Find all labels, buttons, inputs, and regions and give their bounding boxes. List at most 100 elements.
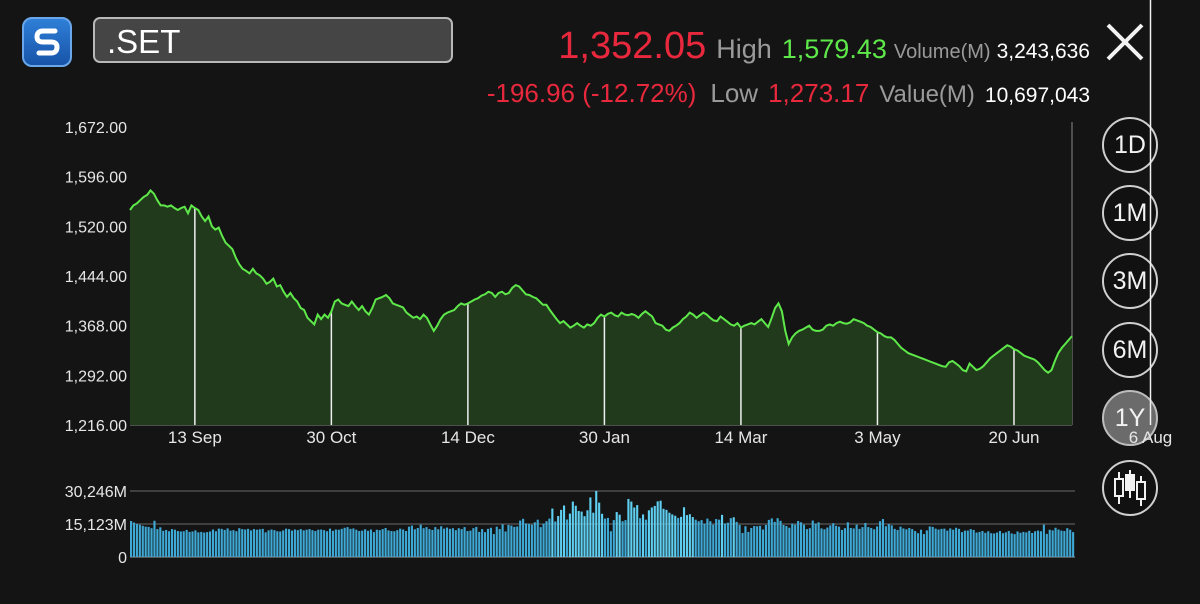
volume-bar <box>571 501 574 557</box>
volume-bar <box>334 529 337 557</box>
volume-bar <box>896 529 899 557</box>
volume-bar <box>861 527 864 557</box>
volume-bar <box>633 507 636 557</box>
volume-bar <box>846 522 849 557</box>
price-y-tick-label: 1,292.00 <box>65 368 127 385</box>
volume-bar <box>1060 530 1063 557</box>
price-y-tick-label: 1,444.00 <box>65 269 127 286</box>
volume-bar <box>764 524 767 557</box>
price-x-tick-label: 13 Sep <box>168 428 222 447</box>
volume-bar <box>697 521 700 557</box>
volume-bar <box>197 532 200 557</box>
volume-bar <box>577 510 580 557</box>
volume-bar <box>223 529 226 557</box>
volume-bar <box>361 530 364 557</box>
volume-bar <box>1066 528 1069 557</box>
volume-bar <box>720 514 724 557</box>
volume-bar <box>1019 532 1022 557</box>
volume-bar <box>557 515 560 557</box>
volume-bar <box>1072 532 1075 557</box>
volume-bar <box>703 523 706 557</box>
volume-bar <box>978 531 981 557</box>
volume-bar <box>832 523 835 557</box>
volume-bar <box>691 517 694 557</box>
volume-bar <box>364 529 367 557</box>
volume-bar <box>840 529 844 557</box>
volume-bar <box>492 534 495 557</box>
volume-bar <box>782 524 785 557</box>
price-y-tick-label: 1,520.00 <box>65 219 127 236</box>
volume-bar <box>805 529 808 557</box>
volume-bar <box>987 531 990 557</box>
volume-bar <box>396 530 399 557</box>
volume-bar <box>247 528 250 557</box>
volume-bar <box>712 524 715 557</box>
volume-bar <box>431 529 434 557</box>
volume-y-tick-label: 15,123M <box>65 517 127 534</box>
volume-bar <box>176 531 179 557</box>
volume-bar <box>279 531 282 557</box>
volume-bar <box>1031 533 1034 557</box>
volume-bar <box>934 528 937 557</box>
volume-bar <box>302 530 305 557</box>
volume-bar <box>510 525 513 557</box>
volume-bar <box>685 515 688 557</box>
volume-bar <box>946 530 949 557</box>
price-volume-chart[interactable]: 1,672.00 1,596.00 1,520.00 1,444.00 1,368.00… <box>0 0 1200 604</box>
volume-bar <box>1004 532 1007 557</box>
volume-bar <box>162 530 165 557</box>
volume-bar <box>337 529 340 557</box>
volume-bar <box>486 528 490 557</box>
volume-bar <box>925 530 928 557</box>
volume-bar <box>185 529 188 557</box>
volume-bar <box>390 531 393 557</box>
volume-bar <box>539 527 542 557</box>
price-x-tick-label: 3 May <box>854 428 901 447</box>
volume-bar <box>996 532 999 557</box>
volume-bar <box>524 523 528 557</box>
volume-bar <box>864 522 867 557</box>
volume-bar <box>785 526 788 557</box>
volume-bar <box>867 527 870 557</box>
volume-bar <box>574 505 577 557</box>
volume-bar <box>893 528 896 557</box>
volume-bar <box>998 531 1002 557</box>
price-x-tick-label: 14 Mar <box>714 428 767 447</box>
volume-bar <box>966 530 969 557</box>
volume-bar <box>156 529 159 557</box>
volume-bar <box>671 514 674 557</box>
volume-bar <box>206 532 209 557</box>
price-y-tick-label: 1,596.00 <box>65 170 127 187</box>
volume-bar <box>735 521 738 557</box>
volume-bar <box>1001 533 1004 557</box>
volume-bar <box>372 532 375 557</box>
volume-bar <box>1016 531 1019 557</box>
price-y-tick-label: 1,216.00 <box>65 418 127 435</box>
volume-bar <box>211 529 215 557</box>
volume-bar <box>1039 531 1042 557</box>
volume-bar <box>668 512 671 557</box>
volume-bar <box>542 523 545 557</box>
volume-bar <box>1051 530 1054 557</box>
volume-bar <box>1007 531 1010 557</box>
volume-bar <box>802 524 806 557</box>
volume-bar <box>876 526 879 557</box>
volume-bar <box>580 511 583 557</box>
volume-bar <box>422 528 425 557</box>
volume-bar <box>320 529 323 557</box>
volume-bar <box>618 514 621 557</box>
volume-bar <box>1045 533 1048 557</box>
volume-bar <box>220 528 223 557</box>
volume-bar <box>208 531 212 557</box>
volume-bar <box>358 531 361 557</box>
volume-bar <box>407 526 411 557</box>
volume-bar <box>601 513 604 557</box>
volume-bar <box>1034 531 1037 557</box>
volume-bar <box>296 530 299 557</box>
volume-bar <box>416 527 419 557</box>
volume-bar <box>399 528 402 557</box>
volume-bar <box>466 531 469 557</box>
volume-bar <box>624 520 627 557</box>
volume-bar <box>428 529 431 557</box>
volume-bar <box>644 519 648 557</box>
